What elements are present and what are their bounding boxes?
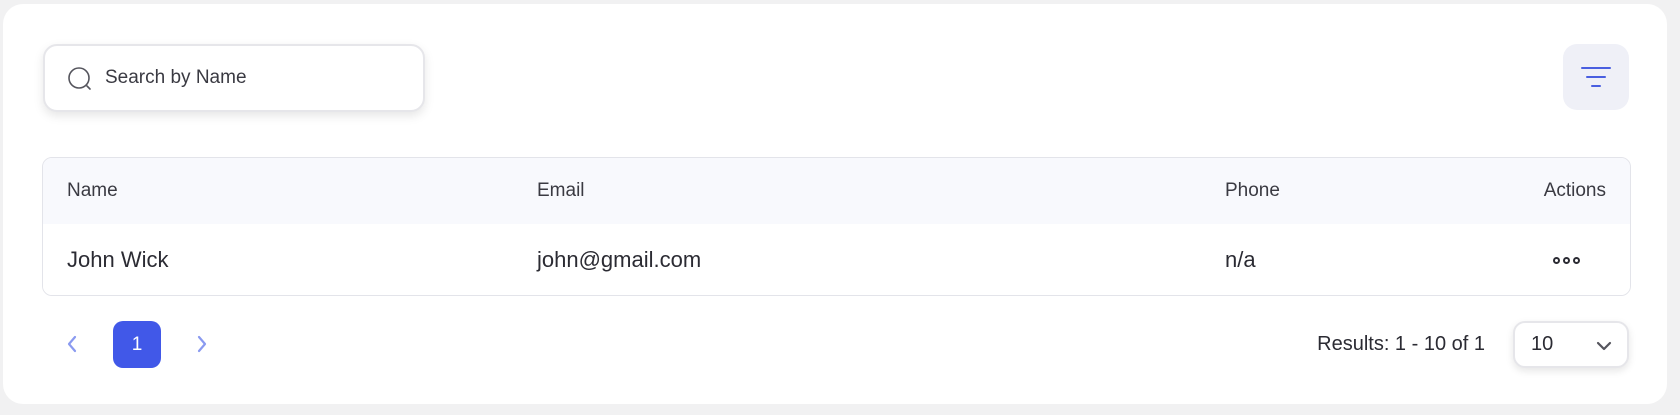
row-actions — [1553, 224, 1580, 295]
chevron-left-icon — [67, 335, 77, 353]
page-button-current[interactable]: 1 — [113, 321, 161, 368]
per-page-value: 10 — [1531, 333, 1554, 355]
cell-name: John Wick — [67, 247, 169, 272]
column-header-phone: Phone — [1225, 180, 1280, 201]
users-table: Name Email Phone Actions John Wick john@… — [42, 157, 1631, 296]
previous-page-button[interactable] — [59, 321, 85, 367]
column-header-actions: Actions — [1543, 180, 1606, 201]
results-summary: Results: 1 - 10 of 1 — [1317, 333, 1485, 355]
more-horizontal-icon[interactable] — [1553, 256, 1580, 264]
next-page-button[interactable] — [189, 321, 215, 367]
users-card: Name Email Phone Actions John Wick john@… — [3, 4, 1667, 404]
search-icon — [68, 67, 91, 90]
cell-phone: n/a — [1225, 247, 1256, 272]
table-row[interactable]: John Wick john@gmail.com n/a — [43, 224, 1630, 295]
filter-icon — [1581, 67, 1611, 87]
search-input[interactable] — [105, 60, 405, 96]
chevron-down-icon — [1596, 341, 1612, 351]
per-page-select[interactable]: 10 — [1513, 321, 1629, 368]
column-header-email: Email — [537, 180, 585, 201]
search-box[interactable] — [43, 44, 425, 112]
filter-button[interactable] — [1563, 44, 1629, 110]
cell-email: john@gmail.com — [537, 247, 702, 272]
column-header-name: Name — [67, 180, 118, 201]
chevron-right-icon — [197, 335, 207, 353]
table-header: Name Email Phone Actions — [43, 158, 1630, 224]
